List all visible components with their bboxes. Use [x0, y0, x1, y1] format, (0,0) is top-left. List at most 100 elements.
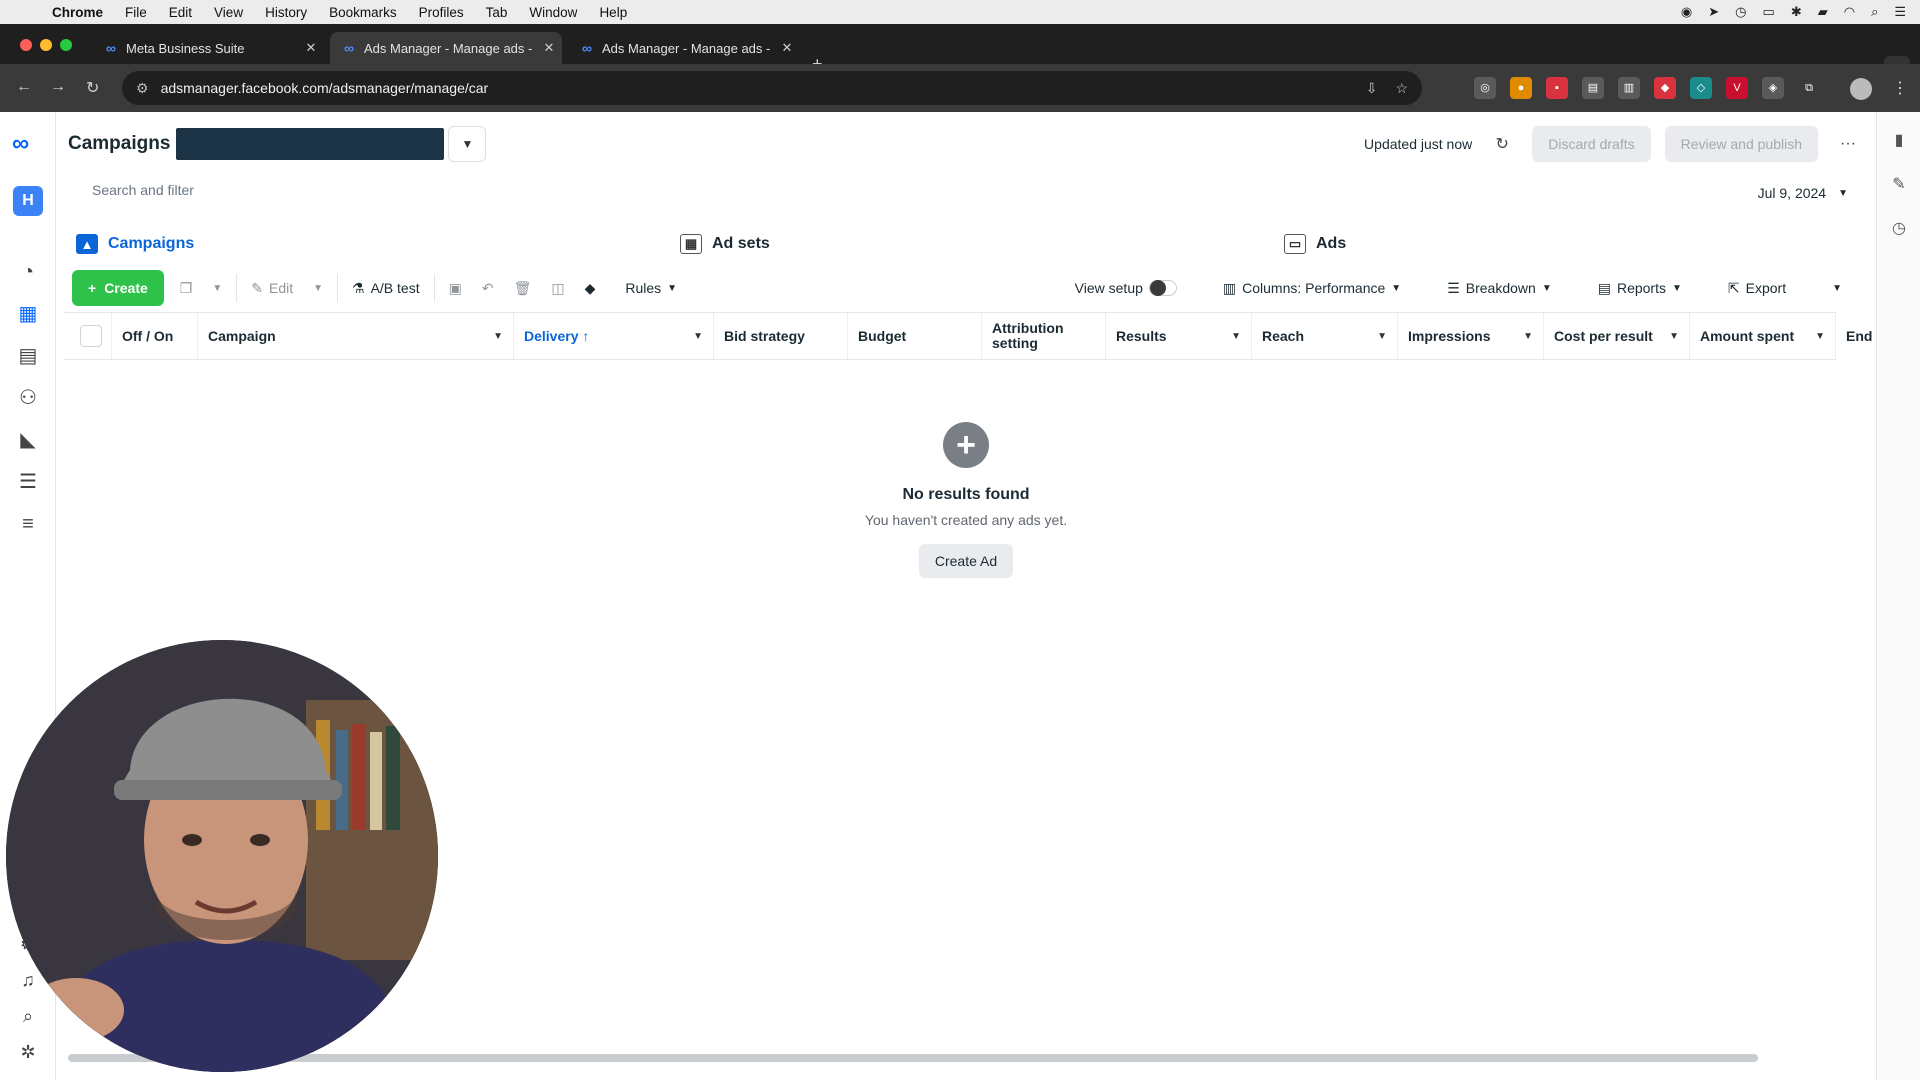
menu-view[interactable]: View	[214, 5, 243, 20]
clock-icon[interactable]: ◷	[1735, 4, 1746, 20]
search-icon[interactable]: ⌕	[16, 1006, 40, 1030]
col-attribution[interactable]: Attribution setting	[982, 313, 1106, 359]
chevron-down-icon[interactable]: ▼	[1523, 331, 1533, 342]
chevron-down-icon[interactable]: ▼	[693, 331, 703, 342]
search-filter-input[interactable]: Search and filter	[92, 182, 194, 198]
notifications-icon[interactable]: ♫	[16, 970, 40, 994]
clipboard-button[interactable]: ▣	[439, 270, 472, 306]
menu-app-name[interactable]: Chrome	[52, 5, 103, 20]
search-icon[interactable]: ⌕	[1871, 4, 1878, 20]
extension-icon[interactable]: ▪	[1546, 77, 1568, 99]
extension-icon[interactable]: V	[1726, 77, 1748, 99]
close-tab-icon[interactable]: ✕	[536, 40, 562, 56]
history-icon[interactable]: ◷	[1889, 218, 1909, 238]
undo-button[interactable]: ↶	[472, 270, 504, 306]
bluetooth-icon[interactable]: ✱	[1791, 4, 1802, 20]
breakdown-dropdown[interactable]: ☰ Breakdown ▼	[1437, 270, 1562, 306]
extensions-puzzle-icon[interactable]: ⧉	[1798, 77, 1820, 99]
chevron-down-icon[interactable]: ▼	[1377, 331, 1387, 342]
edit-dropdown[interactable]: ▼	[303, 270, 333, 306]
status-cursor-icon[interactable]: ➤	[1708, 4, 1719, 20]
extension-icon[interactable]: ◇	[1690, 77, 1712, 99]
account-badge[interactable]: H	[13, 186, 43, 216]
tag-button[interactable]: ◆	[575, 270, 606, 306]
extension-icon[interactable]: ●	[1510, 77, 1532, 99]
chart-icon[interactable]: ▮	[1889, 130, 1909, 150]
col-ends[interactable]: End	[1836, 313, 1876, 359]
account-dropdown-button[interactable]: ▼	[448, 126, 487, 162]
status-app-icon[interactable]: ◉	[1681, 4, 1692, 20]
tab-ads[interactable]: ▭ Ads	[1284, 234, 1346, 254]
extension-icon[interactable]: ▤	[1582, 77, 1604, 99]
profile-avatar[interactable]	[1850, 78, 1872, 100]
col-impressions[interactable]: Impressions ▼	[1398, 313, 1544, 359]
col-amount-spent[interactable]: Amount spent ▼	[1690, 313, 1836, 359]
col-bid-strategy[interactable]: Bid strategy	[714, 313, 848, 359]
delete-button[interactable]: 🗑	[504, 270, 542, 306]
refresh-icon[interactable]: ↻	[1486, 128, 1518, 160]
audiences-icon[interactable]: ⚇	[14, 384, 42, 412]
col-delivery[interactable]: Delivery ↑ ▼	[514, 313, 714, 359]
pages-icon[interactable]: ▤	[14, 342, 42, 370]
date-range-picker[interactable]: Jul 9, 2024 ▼	[1750, 178, 1856, 208]
col-off-on[interactable]: Off / On	[112, 313, 198, 359]
minimize-window-button[interactable]	[40, 39, 52, 51]
screen-icon[interactable]: ▭	[1763, 4, 1775, 20]
rules-dropdown[interactable]: Rules ▼	[615, 270, 687, 306]
extension-icon[interactable]: ◆	[1654, 77, 1676, 99]
extension-icon[interactable]: ◎	[1474, 77, 1496, 99]
menu-bookmarks[interactable]: Bookmarks	[329, 5, 397, 20]
col-budget[interactable]: Budget	[848, 313, 982, 359]
review-publish-button[interactable]: Review and publish	[1664, 126, 1818, 162]
control-center-icon[interactable]: ☰	[1894, 4, 1906, 20]
discard-drafts-button[interactable]: Discard drafts	[1532, 126, 1651, 162]
menu-tab[interactable]: Tab	[486, 5, 508, 20]
chevron-down-icon[interactable]: ▼	[1231, 331, 1241, 342]
menu-edit[interactable]: Edit	[169, 5, 192, 20]
menu-window[interactable]: Window	[529, 5, 577, 20]
ab-test-button[interactable]: ⚗ A/B test	[342, 270, 430, 306]
chrome-menu-icon[interactable]: ⋮	[1892, 78, 1908, 98]
menu-history[interactable]: History	[265, 5, 307, 20]
tab-ads-manager[interactable]: ∞ Ads Manager - Manage ads - ✕	[568, 32, 800, 64]
reload-icon[interactable]: ↻	[86, 78, 99, 98]
preview-button[interactable]: ◫	[541, 270, 574, 306]
col-cost-per-result[interactable]: Cost per result ▼	[1544, 313, 1690, 359]
chevron-down-icon[interactable]: ▼	[1815, 331, 1825, 342]
bookmark-star-icon[interactable]: ☆	[1395, 80, 1408, 97]
install-icon[interactable]: ⇩	[1366, 80, 1378, 97]
billing-icon[interactable]: ☰	[14, 468, 42, 496]
view-setup-toggle[interactable]: View setup	[1065, 270, 1187, 306]
columns-dropdown[interactable]: ▥ Columns: Performance ▼	[1213, 270, 1411, 306]
campaigns-table-icon[interactable]: ▦	[14, 300, 42, 328]
wifi-icon[interactable]: ◠	[1844, 4, 1855, 20]
all-tools-icon[interactable]: ≡	[14, 510, 42, 538]
reports-dropdown[interactable]: ▤ Reports ▼	[1588, 270, 1692, 306]
tab-ads-manager-active[interactable]: ∞ Ads Manager - Manage ads - ✕	[330, 32, 562, 64]
create-button[interactable]: + Create	[72, 270, 164, 306]
close-tab-icon[interactable]: ✕	[774, 40, 800, 56]
address-bar[interactable]: ⚙ adsmanager.facebook.com/adsmanager/man…	[122, 71, 1422, 105]
export-button[interactable]: ⇱ Export	[1718, 270, 1796, 306]
site-info-icon[interactable]: ⚙	[136, 80, 149, 97]
forward-icon[interactable]: →	[50, 78, 66, 96]
ads-megaphone-icon[interactable]: ◣	[14, 426, 42, 454]
tab-ad-sets[interactable]: ▦ Ad sets	[680, 234, 770, 254]
horizontal-scrollbar[interactable]	[68, 1054, 1758, 1062]
duplicate-dropdown[interactable]: ▼	[202, 270, 232, 306]
extension-icon[interactable]: ◈	[1762, 77, 1784, 99]
duplicate-button[interactable]: ❐	[170, 270, 203, 306]
edit-button[interactable]: ✎ Edit	[241, 270, 303, 306]
extension-icon[interactable]: ▥	[1618, 77, 1640, 99]
col-campaign[interactable]: Campaign ▼	[198, 313, 514, 359]
col-reach[interactable]: Reach ▼	[1252, 313, 1398, 359]
meta-logo-icon[interactable]: ∞	[12, 130, 29, 158]
close-window-button[interactable]	[20, 39, 32, 51]
more-options-button[interactable]: ···	[1832, 128, 1864, 160]
battery-icon[interactable]: ▰	[1818, 4, 1828, 20]
tab-campaigns[interactable]: ▲ Campaigns	[76, 234, 194, 254]
col-results[interactable]: Results ▼	[1106, 313, 1252, 359]
export-dropdown[interactable]: ▼	[1822, 270, 1852, 306]
create-ad-button[interactable]: Create Ad	[918, 544, 1014, 578]
select-all-checkbox[interactable]	[80, 325, 102, 347]
